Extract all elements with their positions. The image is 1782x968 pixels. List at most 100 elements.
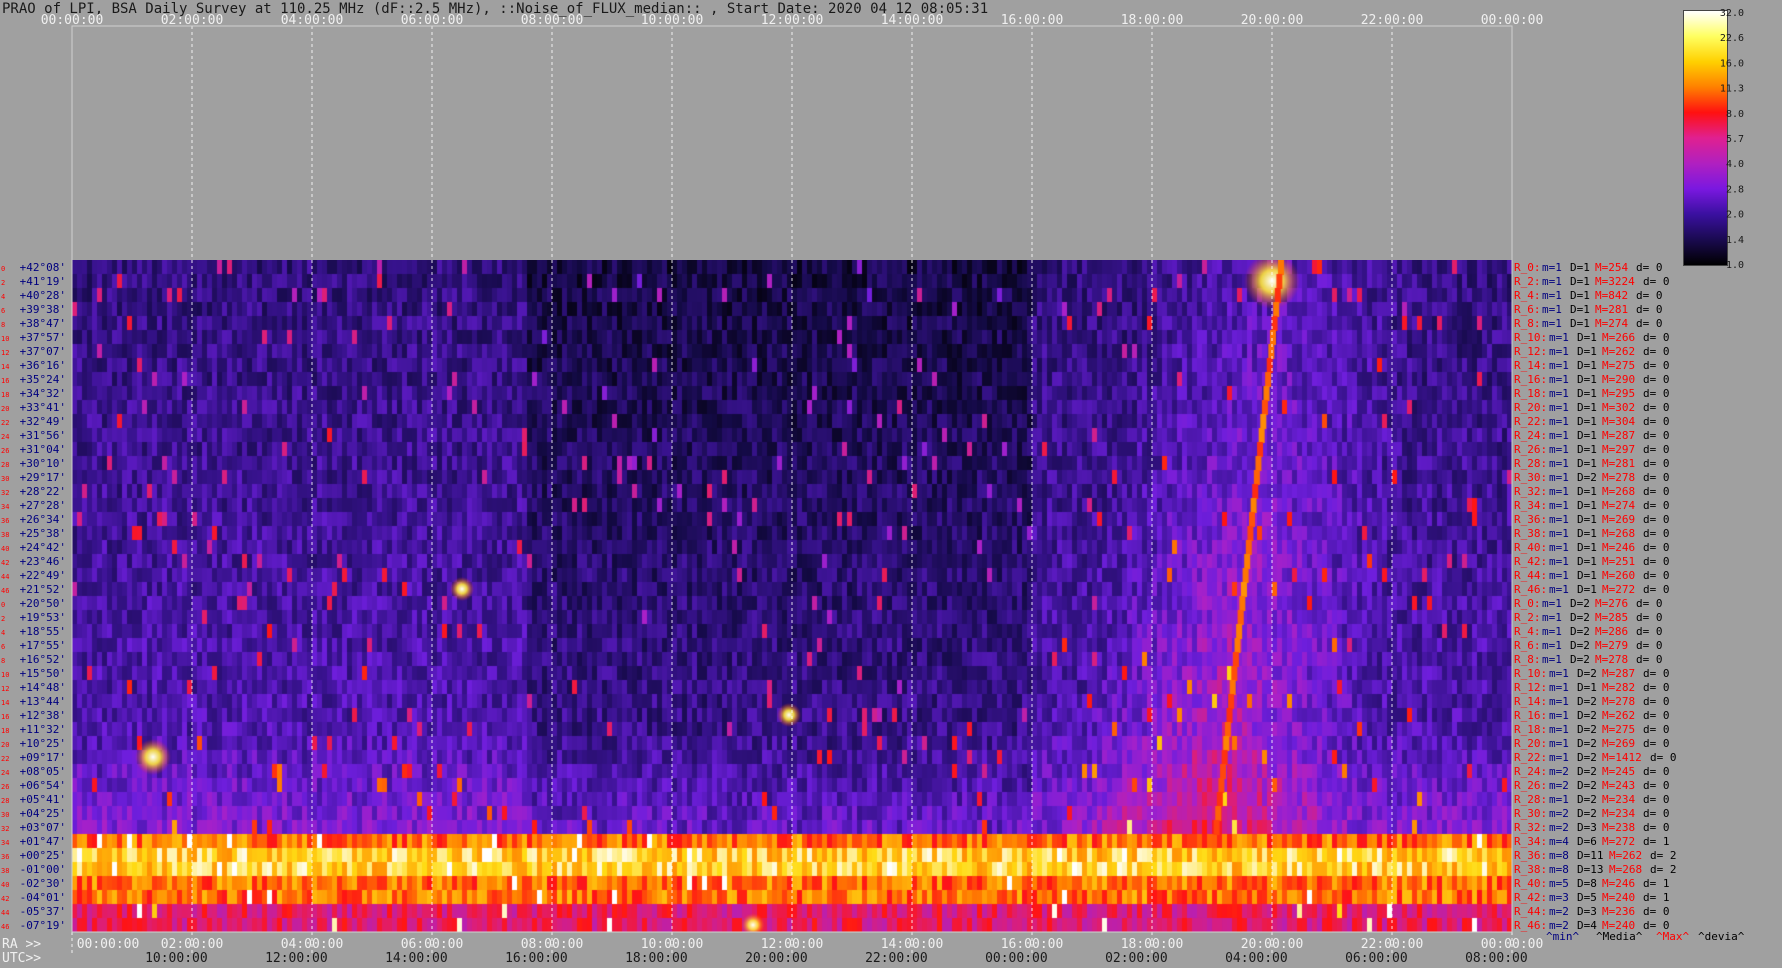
- dec-label: +04°25': [20, 807, 66, 820]
- beam-index-label: 14: [1, 699, 9, 707]
- stats-max: M=269: [1602, 513, 1635, 526]
- stats-row-id: R_16:: [1514, 373, 1547, 386]
- stats-min: m=1: [1549, 401, 1569, 414]
- beam-index-label: 14: [1, 363, 9, 371]
- dec-label: +03°07': [20, 821, 66, 834]
- stats-dev: d= 0: [1643, 527, 1670, 540]
- utc-axis-label: 22:00:00: [865, 951, 928, 966]
- stats-dev: d= 0: [1643, 415, 1670, 428]
- stats-dev: d= 0: [1643, 737, 1670, 750]
- stats-dev: d= 0: [1643, 485, 1670, 498]
- colorbar-tick: 16.0: [1720, 58, 1744, 69]
- ra-axis-label: 04:00:00: [281, 937, 344, 952]
- stats-row-id: R_6:: [1514, 303, 1541, 316]
- dec-label: +12°38': [20, 709, 66, 722]
- stats-row-id: R_44:: [1514, 569, 1547, 582]
- stats-min: m=1: [1549, 499, 1569, 512]
- stats-row-id: R_24:: [1514, 765, 1547, 778]
- stats-row-id: R_14:: [1514, 359, 1547, 372]
- dec-label: +18°55': [20, 625, 66, 638]
- stats-min: m=1: [1549, 723, 1569, 736]
- stats-row-id: R_46:: [1514, 583, 1547, 596]
- stats-dev: d= 0: [1643, 443, 1670, 456]
- stats-dev: d= 0: [1643, 583, 1670, 596]
- stats-dev: d= 0: [1643, 779, 1670, 792]
- stats-row-id: R_4:: [1514, 289, 1541, 302]
- dec-label: +21°52': [20, 583, 66, 596]
- stats-median: D=1: [1577, 387, 1597, 400]
- dec-label: +17°55': [20, 639, 66, 652]
- beam-index-label: 12: [1, 685, 9, 693]
- dec-label: +00°25': [20, 849, 66, 862]
- stats-row-id: R_20:: [1514, 401, 1547, 414]
- stats-row-id: R_26:: [1514, 443, 1547, 456]
- stats-max: M=268: [1609, 863, 1642, 876]
- colorbar-tick: 1.4: [1726, 235, 1744, 246]
- stats-dev: d= 0: [1643, 695, 1670, 708]
- stats-dev: d= 0: [1643, 667, 1670, 680]
- top-axis-label: 16:00:00: [1001, 13, 1064, 28]
- stats-max: M=274: [1595, 317, 1628, 330]
- stats-row-id: R_0:: [1514, 597, 1541, 610]
- stats-row-id: R_26:: [1514, 779, 1547, 792]
- stats-min: m=1: [1549, 485, 1569, 498]
- legend-max: ^Max^: [1656, 930, 1689, 943]
- stats-min: m=1: [1549, 709, 1569, 722]
- ra-axis-label: 16:00:00: [1001, 937, 1064, 952]
- dec-label: +42°08': [20, 261, 66, 274]
- beam-index-label: 46: [1, 587, 9, 595]
- stats-max: M=285: [1595, 611, 1628, 624]
- stats-median: D=2: [1570, 597, 1590, 610]
- stats-row-id: R_32:: [1514, 821, 1547, 834]
- stats-min: m=1: [1549, 527, 1569, 540]
- stats-max: M=238: [1602, 821, 1635, 834]
- stats-row-id: R_12:: [1514, 681, 1547, 694]
- stats-dev: d= 0: [1643, 345, 1670, 358]
- beam-index-label: 46: [1, 923, 9, 931]
- stats-min: m=2: [1549, 807, 1569, 820]
- stats-median: D=1: [1577, 401, 1597, 414]
- legend-dev: ^devia^: [1698, 930, 1745, 943]
- stats-median: D=2: [1577, 751, 1597, 764]
- stats-max: M=1412: [1602, 751, 1642, 764]
- dec-label: +37°57': [20, 331, 66, 344]
- stats-dev: d= 0: [1643, 387, 1670, 400]
- stats-median: D=2: [1577, 723, 1597, 736]
- stats-dev: d= 2: [1650, 849, 1677, 862]
- stats-dev: d= 0: [1636, 261, 1663, 274]
- stats-min: m=1: [1549, 737, 1569, 750]
- beam-index-label: 44: [1, 573, 9, 581]
- dec-label: +31°56': [20, 429, 66, 442]
- dec-label: +25°38': [20, 527, 66, 540]
- stats-dev: d= 0: [1636, 597, 1663, 610]
- top-axis-label: 20:00:00: [1241, 13, 1304, 28]
- stats-min: m=1: [1549, 359, 1569, 372]
- colorbar-tick: 2.0: [1726, 210, 1744, 221]
- ra-axis-label: 00:00:00: [1481, 937, 1544, 952]
- stats-dev: d= 0: [1643, 905, 1670, 918]
- beam-index-label: 32: [1, 489, 9, 497]
- ra-axis-label: 08:00:00: [521, 937, 584, 952]
- stats-row-id: R_34:: [1514, 835, 1547, 848]
- beam-index-label: 30: [1, 475, 9, 483]
- stats-median: D=1: [1570, 261, 1590, 274]
- stats-median: D=1: [1577, 359, 1597, 372]
- dec-label: +31°04': [20, 443, 66, 456]
- stats-max: M=3224: [1595, 275, 1635, 288]
- beam-index-label: 38: [1, 531, 9, 539]
- beam-index-label: 36: [1, 853, 9, 861]
- stats-median: D=6: [1577, 835, 1597, 848]
- dec-label: +16°52': [20, 653, 66, 666]
- stats-min: m=1: [1549, 457, 1569, 470]
- stats-max: M=269: [1602, 737, 1635, 750]
- stats-row-id: R_42:: [1514, 555, 1547, 568]
- stats-min: m=1: [1542, 611, 1562, 624]
- stats-median: D=1: [1570, 289, 1590, 302]
- beam-index-label: 8: [1, 321, 5, 329]
- stats-dev: d= 0: [1643, 807, 1670, 820]
- stats-min: m=1: [1542, 597, 1562, 610]
- dec-label: -02°30': [20, 877, 66, 890]
- ra-axis-label: 00:00:00: [77, 937, 140, 952]
- stats-row-id: R_10:: [1514, 331, 1547, 344]
- stats-median: D=1: [1577, 513, 1597, 526]
